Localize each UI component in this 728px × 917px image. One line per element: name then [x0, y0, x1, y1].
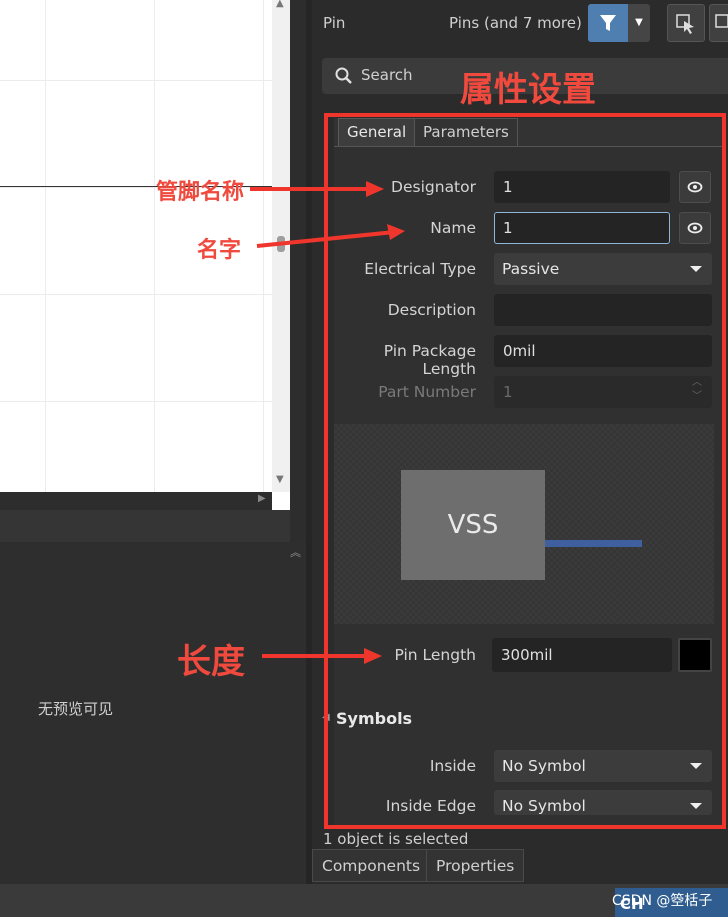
selection-filter-summary: Pins (and 7 more): [449, 14, 582, 32]
arrow-head-icon: [366, 181, 384, 197]
search-icon: [334, 66, 354, 90]
annotation-length: 长度: [177, 642, 245, 682]
selection-status: 1 object is selected: [323, 830, 469, 848]
canvas-status-strip: [0, 510, 290, 542]
no-preview-text: 无预览可见: [38, 700, 114, 718]
filter-icon: [600, 15, 616, 31]
panel-object-type: Pin: [323, 14, 346, 32]
scroll-down-arrow-icon[interactable]: ▼: [276, 474, 284, 485]
collapse-up-icon[interactable]: ︽: [290, 544, 301, 560]
select-tool-button-2[interactable]: [709, 4, 728, 42]
watermark: CSDN @箜栝子: [612, 893, 713, 909]
arrow-head-icon: [364, 648, 382, 664]
annotation-title: 属性设置: [460, 70, 596, 110]
filter-button[interactable]: [588, 4, 628, 42]
search-placeholder: Search: [361, 66, 413, 84]
scrollbar-corner: [272, 492, 290, 510]
scroll-up-arrow-icon[interactable]: ▲: [276, 0, 284, 9]
select-tool-button[interactable]: [667, 4, 705, 42]
tab-components[interactable]: Components: [312, 849, 431, 882]
annotation-arrow: [255, 222, 405, 252]
filter-dropdown-button[interactable]: ▼: [628, 4, 650, 42]
tab-properties[interactable]: Properties: [426, 849, 525, 882]
cursor-select-icon: [676, 14, 694, 34]
annotation-arrow: [250, 187, 368, 191]
annotation-pin-name: 管脚名称: [156, 180, 245, 205]
annotation-name: 名字: [197, 238, 242, 263]
annotation-highlight-box: [324, 113, 726, 829]
cursor-box-icon: [715, 14, 728, 28]
annotation-arrow: [262, 654, 366, 658]
scroll-right-arrow-icon[interactable]: ▶: [258, 493, 266, 504]
